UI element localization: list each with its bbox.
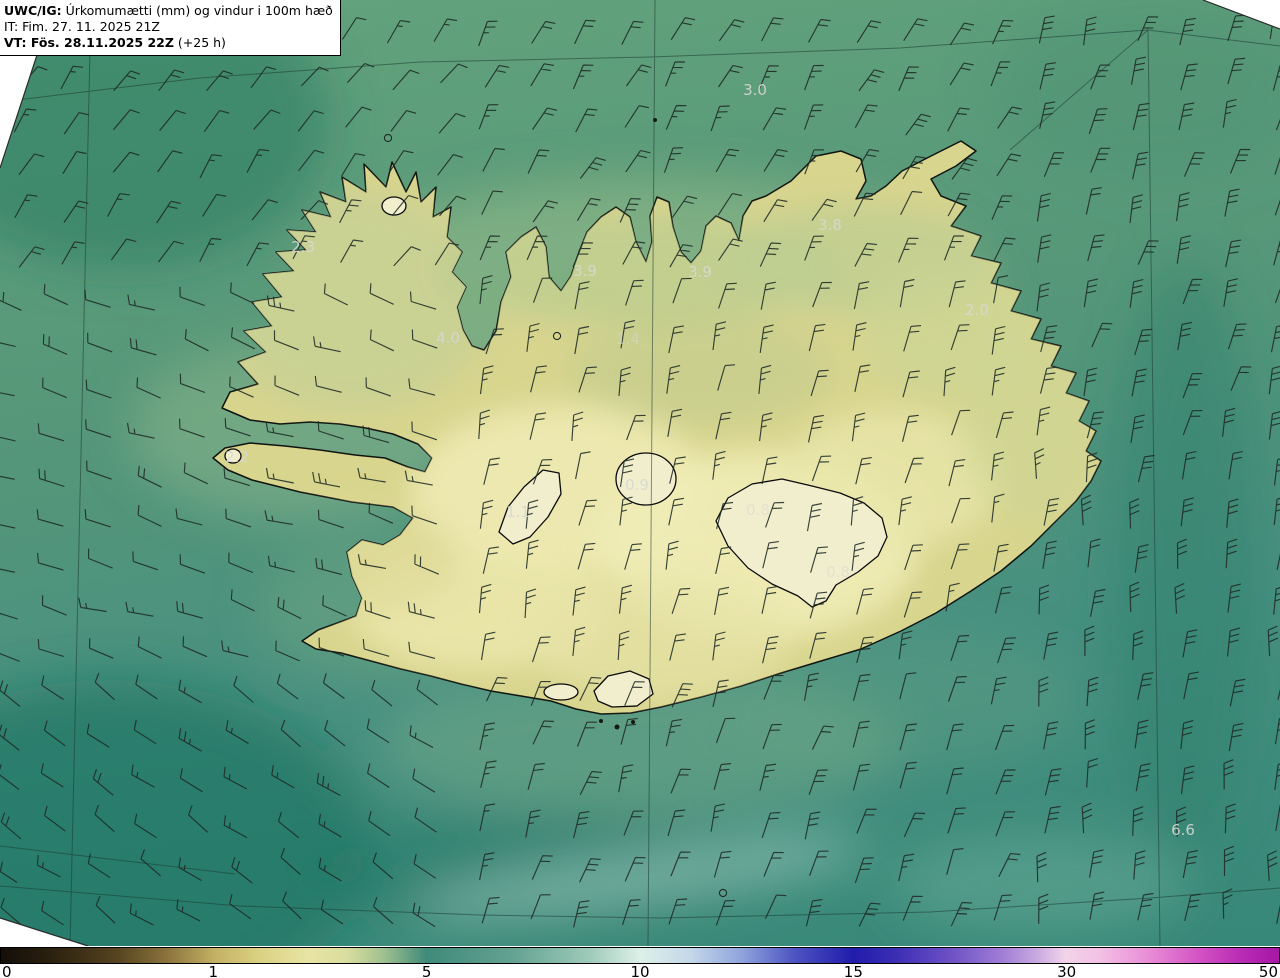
contour-label: 2.3	[291, 238, 315, 256]
colorbar-tick: 30	[1057, 963, 1077, 978]
product-line: UWC/IG: Úrkomumætti (mm) og vindur i 100…	[4, 3, 333, 19]
contour-label: 0.9	[625, 476, 649, 494]
weather-map: 3.0 3.8 2.3 3.9 3.9 2.0 4.0 1.4 2.2 0.9 0.8 1.1 0.8 6…	[0, 0, 1280, 946]
contour-label: 0.8	[826, 563, 850, 581]
contour-label: 3.8	[818, 216, 842, 234]
glacier-eyjafjallajokull	[543, 683, 579, 701]
contour-label: 3.0	[743, 81, 767, 99]
map-graphics: 3.0 3.8 2.3 3.9 3.9 2.0 4.0 1.4 2.2 0.9 0.8 1.1 0.8 6…	[0, 0, 1280, 946]
colorbar-tick: 1	[208, 963, 219, 978]
contour-label: 3.9	[688, 263, 712, 281]
colorbar-tick: 15	[843, 963, 863, 978]
contour-label: 6.6	[1171, 821, 1195, 839]
init-time-line: IT: Fim. 27. 11. 2025 21Z	[4, 19, 160, 34]
contour-label: 1.4	[616, 330, 640, 348]
contour-label: 2.0	[965, 301, 989, 319]
calm-wind-circle	[383, 133, 393, 143]
contour-label: 1.1	[506, 503, 530, 521]
product-description: Úrkomumætti (mm) og vindur i 100m hæð	[61, 3, 333, 18]
colorbar-tick: 10	[630, 963, 650, 978]
valid-time: VT: Fös. 28.11.2025 22Z	[4, 35, 174, 50]
precipitation-colorbar: 0 1 5 10 15 30 50	[0, 946, 1280, 978]
forecast-title-box: UWC/IG: Úrkomumætti (mm) og vindur i 100…	[0, 0, 341, 56]
forecast-page: 3.0 3.8 2.3 3.9 3.9 2.0 4.0 1.4 2.2 0.9 0.8 1.1 0.8 6…	[0, 0, 1280, 978]
contour-label: 2.2	[225, 448, 249, 466]
contour-label: 0.8	[746, 501, 770, 519]
contour-label: 4.0	[436, 329, 460, 347]
colorbar-tick: 5	[421, 963, 432, 978]
colorbar-tick: 0	[2, 963, 12, 978]
product-code: UWC/IG:	[4, 3, 62, 18]
lead-time: (+25 h)	[173, 35, 226, 50]
contour-label: 3.9	[573, 262, 597, 280]
valid-time-line: VT: Fös. 28.11.2025 22Z (+25 h)	[4, 35, 333, 51]
colorbar-gradient	[0, 947, 1280, 964]
glacier-drangajokull	[381, 196, 407, 216]
colorbar-tick: 50	[1258, 963, 1278, 978]
